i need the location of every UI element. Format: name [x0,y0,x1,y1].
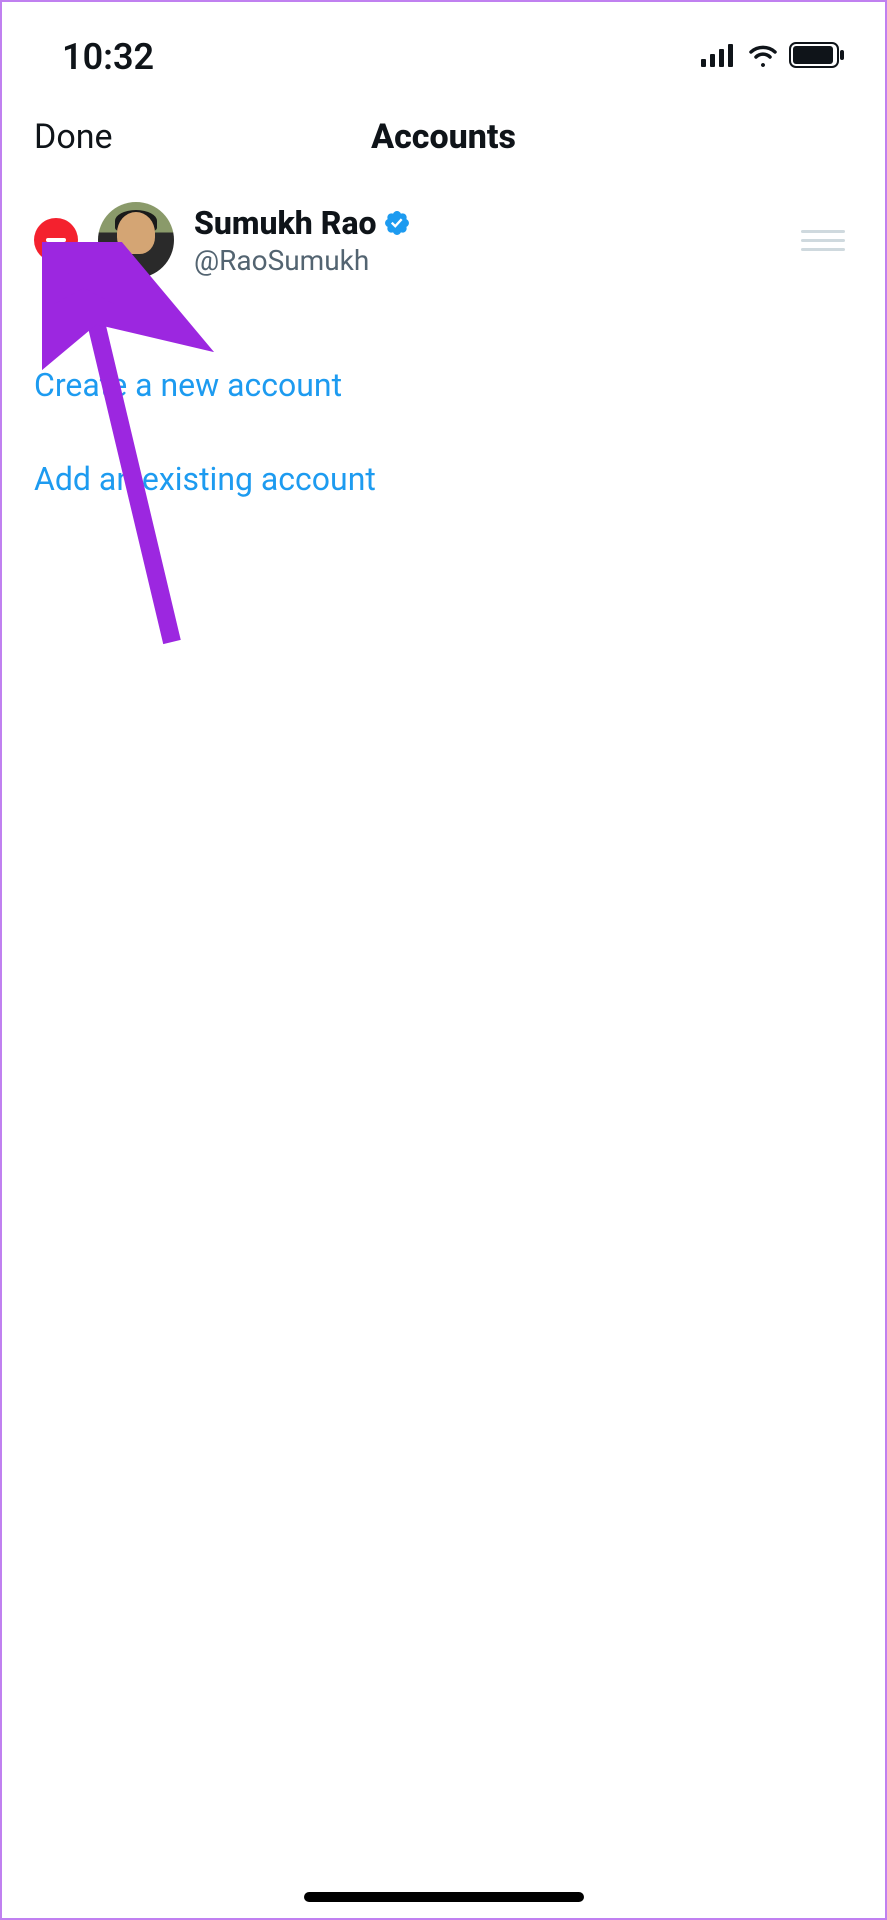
cellular-icon [701,43,737,71]
account-row: Sumukh Rao @RaoSumukh [2,182,885,298]
wifi-icon [747,43,779,71]
verified-badge-icon [383,209,411,237]
status-time: 10:32 [62,36,154,78]
status-icons [701,42,845,72]
account-info: Sumukh Rao @RaoSumukh [194,204,781,277]
nav-bar: Done Accounts [2,92,885,182]
create-new-account-link[interactable]: Create a new account [2,338,885,432]
account-display-name: Sumukh Rao [194,204,377,242]
avatar[interactable] [98,202,174,278]
done-button[interactable]: Done [34,117,113,157]
page-title: Accounts [371,117,516,157]
add-existing-account-link[interactable]: Add an existing account [2,432,885,526]
minus-icon [46,238,66,242]
account-handle: @RaoSumukh [194,244,781,277]
status-bar: 10:32 [2,2,885,92]
home-indicator[interactable] [304,1892,584,1902]
delete-account-button[interactable] [34,218,78,262]
battery-icon [789,42,845,72]
drag-handle-icon[interactable] [801,230,853,251]
